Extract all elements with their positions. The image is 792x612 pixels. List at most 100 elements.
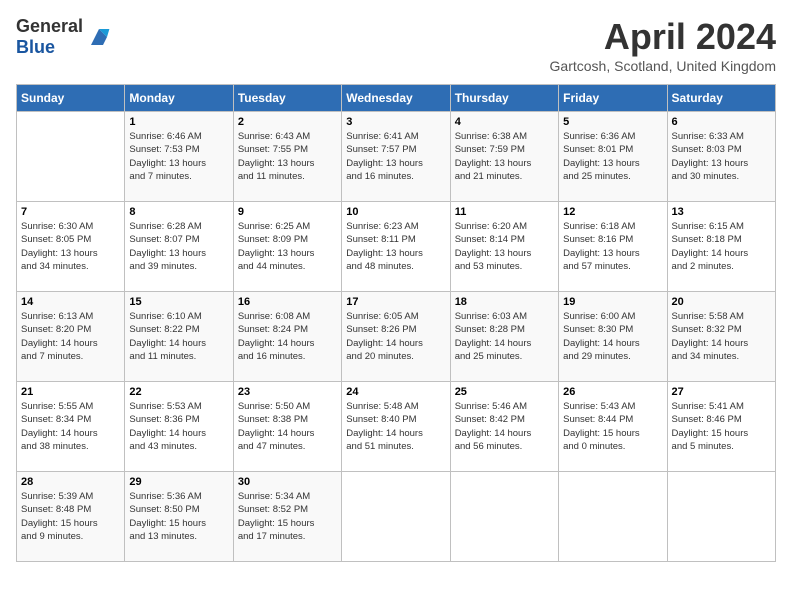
day-info: Sunrise: 6:43 AM Sunset: 7:55 PM Dayligh…: [238, 130, 337, 183]
day-info: Sunrise: 6:08 AM Sunset: 8:24 PM Dayligh…: [238, 310, 337, 363]
day-info: Sunrise: 5:48 AM Sunset: 8:40 PM Dayligh…: [346, 400, 445, 453]
day-number: 9: [238, 206, 337, 218]
day-info: Sunrise: 6:15 AM Sunset: 8:18 PM Dayligh…: [672, 220, 771, 273]
calendar-cell: 4 Sunrise: 6:38 AM Sunset: 7:59 PM Daylig…: [450, 112, 558, 202]
calendar-week-row: 21Sunrise: 5:55 AM Sunset: 8:34 PM Dayli…: [17, 382, 776, 472]
calendar-cell: 15 Sunrise: 6:10 AM Sunset: 8:22 PM Dayli…: [125, 292, 233, 382]
page-header: General Blue April 2024 Gartcosh, Scotla…: [16, 16, 776, 74]
day-number: 20: [672, 296, 771, 308]
calendar-cell: 29 Sunrise: 5:36 AM Sunset: 8:50 PM Dayli…: [125, 472, 233, 562]
day-info: Sunrise: 6:00 AM Sunset: 8:30 PM Dayligh…: [563, 310, 662, 363]
calendar-week-row: 14Sunrise: 6:13 AM Sunset: 8:20 PM Dayli…: [17, 292, 776, 382]
calendar-cell: 28Sunrise: 5:39 AM Sunset: 8:48 PM Dayli…: [17, 472, 125, 562]
day-number: 1: [129, 116, 228, 128]
day-info: Sunrise: 5:36 AM Sunset: 8:50 PM Dayligh…: [129, 490, 228, 543]
day-info: Sunrise: 6:23 AM Sunset: 8:11 PM Dayligh…: [346, 220, 445, 273]
calendar-body: 1 Sunrise: 6:46 AM Sunset: 7:53 PM Daylig…: [17, 112, 776, 562]
calendar-cell: 21Sunrise: 5:55 AM Sunset: 8:34 PM Dayli…: [17, 382, 125, 472]
calendar-cell: 6 Sunrise: 6:33 AM Sunset: 8:03 PM Daylig…: [667, 112, 775, 202]
day-number: 30: [238, 476, 337, 488]
day-of-week-header: Monday: [125, 85, 233, 112]
day-info: Sunrise: 6:20 AM Sunset: 8:14 PM Dayligh…: [455, 220, 554, 273]
calendar-cell: 2Sunrise: 6:43 AM Sunset: 7:55 PM Daylig…: [233, 112, 341, 202]
calendar-cell: 11 Sunrise: 6:20 AM Sunset: 8:14 PM Dayli…: [450, 202, 558, 292]
day-number: 23: [238, 386, 337, 398]
calendar-cell: [17, 112, 125, 202]
day-of-week-header: Saturday: [667, 85, 775, 112]
day-info: Sunrise: 6:30 AM Sunset: 8:05 PM Dayligh…: [21, 220, 120, 273]
day-number: 17: [346, 296, 445, 308]
day-of-week-header: Tuesday: [233, 85, 341, 112]
day-number: 7: [21, 206, 120, 218]
location: Gartcosh, Scotland, United Kingdom: [550, 58, 776, 74]
calendar-cell: 12 Sunrise: 6:18 AM Sunset: 8:16 PM Dayli…: [559, 202, 667, 292]
day-info: Sunrise: 6:46 AM Sunset: 7:53 PM Dayligh…: [129, 130, 228, 183]
calendar-cell: 3Sunrise: 6:41 AM Sunset: 7:57 PM Daylig…: [342, 112, 450, 202]
calendar-cell: 17Sunrise: 6:05 AM Sunset: 8:26 PM Dayli…: [342, 292, 450, 382]
day-number: 8: [129, 206, 228, 218]
calendar-week-row: 7 Sunrise: 6:30 AM Sunset: 8:05 PM Daylig…: [17, 202, 776, 292]
calendar-cell: 9 Sunrise: 6:25 AM Sunset: 8:09 PM Daylig…: [233, 202, 341, 292]
day-info: Sunrise: 5:58 AM Sunset: 8:32 PM Dayligh…: [672, 310, 771, 363]
day-info: Sunrise: 5:53 AM Sunset: 8:36 PM Dayligh…: [129, 400, 228, 453]
day-info: Sunrise: 6:38 AM Sunset: 7:59 PM Dayligh…: [455, 130, 554, 183]
day-info: Sunrise: 6:10 AM Sunset: 8:22 PM Dayligh…: [129, 310, 228, 363]
day-info: Sunrise: 5:46 AM Sunset: 8:42 PM Dayligh…: [455, 400, 554, 453]
logo: General Blue: [16, 16, 111, 58]
day-number: 29: [129, 476, 228, 488]
calendar-cell: 14Sunrise: 6:13 AM Sunset: 8:20 PM Dayli…: [17, 292, 125, 382]
calendar-cell: 1 Sunrise: 6:46 AM Sunset: 7:53 PM Daylig…: [125, 112, 233, 202]
calendar-cell: 7 Sunrise: 6:30 AM Sunset: 8:05 PM Daylig…: [17, 202, 125, 292]
day-number: 5: [563, 116, 662, 128]
day-info: Sunrise: 6:03 AM Sunset: 8:28 PM Dayligh…: [455, 310, 554, 363]
day-number: 18: [455, 296, 554, 308]
day-number: 15: [129, 296, 228, 308]
calendar-cell: [559, 472, 667, 562]
calendar-cell: 30 Sunrise: 5:34 AM Sunset: 8:52 PM Dayli…: [233, 472, 341, 562]
day-number: 3: [346, 116, 445, 128]
calendar-header-row: SundayMondayTuesdayWednesdayThursdayFrid…: [17, 85, 776, 112]
calendar-cell: 27 Sunrise: 5:41 AM Sunset: 8:46 PM Dayli…: [667, 382, 775, 472]
day-info: Sunrise: 5:41 AM Sunset: 8:46 PM Dayligh…: [672, 400, 771, 453]
day-number: 12: [563, 206, 662, 218]
day-number: 24: [346, 386, 445, 398]
day-info: Sunrise: 5:34 AM Sunset: 8:52 PM Dayligh…: [238, 490, 337, 543]
day-number: 28: [21, 476, 120, 488]
day-number: 16: [238, 296, 337, 308]
day-number: 4: [455, 116, 554, 128]
calendar-cell: 13 Sunrise: 6:15 AM Sunset: 8:18 PM Dayli…: [667, 202, 775, 292]
day-of-week-header: Wednesday: [342, 85, 450, 112]
title-block: April 2024 Gartcosh, Scotland, United Ki…: [550, 16, 776, 74]
calendar-cell: [342, 472, 450, 562]
day-of-week-header: Thursday: [450, 85, 558, 112]
day-number: 27: [672, 386, 771, 398]
logo-text: General Blue: [16, 16, 83, 58]
calendar-table: SundayMondayTuesdayWednesdayThursdayFrid…: [16, 84, 776, 562]
calendar-cell: 18 Sunrise: 6:03 AM Sunset: 8:28 PM Dayli…: [450, 292, 558, 382]
calendar-cell: 5 Sunrise: 6:36 AM Sunset: 8:01 PM Daylig…: [559, 112, 667, 202]
day-info: Sunrise: 6:18 AM Sunset: 8:16 PM Dayligh…: [563, 220, 662, 273]
calendar-cell: 23 Sunrise: 5:50 AM Sunset: 8:38 PM Dayli…: [233, 382, 341, 472]
day-number: 21: [21, 386, 120, 398]
day-info: Sunrise: 6:36 AM Sunset: 8:01 PM Dayligh…: [563, 130, 662, 183]
day-number: 13: [672, 206, 771, 218]
calendar-cell: 22Sunrise: 5:53 AM Sunset: 8:36 PM Dayli…: [125, 382, 233, 472]
day-info: Sunrise: 6:25 AM Sunset: 8:09 PM Dayligh…: [238, 220, 337, 273]
day-info: Sunrise: 5:50 AM Sunset: 8:38 PM Dayligh…: [238, 400, 337, 453]
calendar-cell: 26Sunrise: 5:43 AM Sunset: 8:44 PM Dayli…: [559, 382, 667, 472]
day-info: Sunrise: 6:33 AM Sunset: 8:03 PM Dayligh…: [672, 130, 771, 183]
day-info: Sunrise: 6:28 AM Sunset: 8:07 PM Dayligh…: [129, 220, 228, 273]
calendar-week-row: 28Sunrise: 5:39 AM Sunset: 8:48 PM Dayli…: [17, 472, 776, 562]
day-number: 26: [563, 386, 662, 398]
calendar-cell: 20 Sunrise: 5:58 AM Sunset: 8:32 PM Dayli…: [667, 292, 775, 382]
calendar-cell: 25Sunrise: 5:46 AM Sunset: 8:42 PM Dayli…: [450, 382, 558, 472]
day-number: 11: [455, 206, 554, 218]
day-of-week-header: Sunday: [17, 85, 125, 112]
day-number: 6: [672, 116, 771, 128]
day-of-week-header: Friday: [559, 85, 667, 112]
logo-blue: Blue: [16, 37, 83, 58]
logo-general: General: [16, 16, 83, 37]
month-title: April 2024: [550, 16, 776, 58]
day-number: 10: [346, 206, 445, 218]
calendar-cell: 10 Sunrise: 6:23 AM Sunset: 8:11 PM Dayli…: [342, 202, 450, 292]
